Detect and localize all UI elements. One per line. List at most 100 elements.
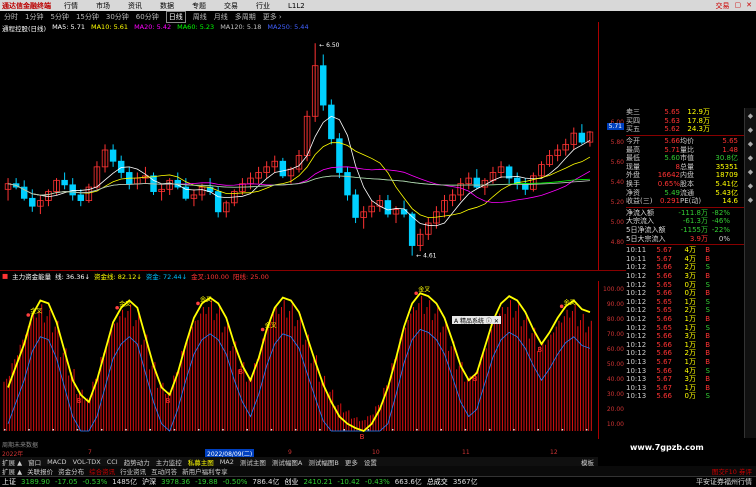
index-percent: -0.50%	[222, 478, 248, 486]
side-icon[interactable]: ◆	[745, 196, 756, 204]
period-tab-60min[interactable]: 60分钟	[136, 12, 159, 22]
tab-related-quote[interactable]: 关联报价	[27, 466, 53, 476]
menu-item-market[interactable]: 行情	[55, 1, 87, 11]
golden-cross-label: 金叉	[119, 300, 131, 308]
index-ticker-bar: 上证 3189.90 -17.05 -0.53% 1485亿 沪深 3978.3…	[0, 476, 756, 487]
tick-cell: 10:12	[626, 289, 647, 298]
cursor-price-label: 5.71	[606, 123, 624, 130]
tab-expand[interactable]: 扩展 ▲	[2, 457, 22, 467]
period-dot	[222, 429, 224, 431]
side-icon[interactable]: ◆	[745, 154, 756, 162]
tick-cell: 5.67	[656, 375, 672, 384]
period-tab-30min[interactable]: 30分钟	[106, 12, 129, 22]
quote-field-value: 14.6	[722, 197, 738, 206]
index-change: -19.88	[195, 478, 218, 486]
template-button[interactable]: 模板	[581, 457, 598, 467]
maximize-icon[interactable]: ▢	[735, 1, 742, 11]
quote-field-value: 5.49	[664, 188, 680, 197]
indicator-legend: ■ 主力资金能量 线: 36.36↓ 资金线: 82.12↓ 资金: 72.44…	[2, 271, 269, 281]
date-label: 11	[462, 449, 470, 456]
index-name[interactable]: 总成交	[427, 477, 448, 487]
quote-field-value: 16642	[657, 171, 680, 180]
indicator-name[interactable]: 主力资金能量	[12, 271, 51, 281]
tab-ma2[interactable]: MA2	[220, 458, 234, 466]
menu-item-topics[interactable]: 专题	[183, 1, 215, 11]
close-icon[interactable]: ✕	[746, 1, 752, 11]
ma-legend-item: MA120: 5.18	[220, 23, 262, 31]
flow-value: -22%	[711, 226, 730, 235]
period-tab-15min[interactable]: 15分钟	[76, 12, 99, 22]
menu-item-exchange[interactable]: 市场	[87, 1, 119, 11]
tab-macd[interactable]: MACD	[47, 458, 66, 466]
period-tab-multi[interactable]: 多周期	[235, 12, 256, 22]
side-icon[interactable]: ◆	[745, 182, 756, 190]
tab-expand-2[interactable]: 扩展 ▲	[2, 466, 22, 476]
side-icon[interactable]: ◆	[745, 126, 756, 134]
menu-item-industry[interactable]: 行业	[247, 1, 279, 11]
tab-more[interactable]: 更多	[345, 457, 358, 467]
menu-item-trade[interactable]: 交易	[215, 1, 247, 11]
tab-fund-distribution[interactable]: 资金分布	[58, 466, 84, 476]
flow-value: 3.9万	[689, 234, 708, 243]
tab-window[interactable]: 窗口	[28, 457, 41, 467]
energy-indicator-chart[interactable]: 金叉金叉金叉金叉金叉金叉B BBBBB	[0, 281, 598, 439]
period-dot	[488, 429, 491, 431]
golden-cross-label: 金叉	[265, 322, 277, 330]
tab-private[interactable]: 私募主图	[188, 457, 214, 467]
period-tab-daily[interactable]: 日线	[165, 10, 186, 23]
tab-main-monitor[interactable]: 主力监控	[156, 457, 182, 467]
index-name[interactable]: 上证	[2, 477, 16, 487]
side-scrollbar[interactable]: ◆ ◆ ◆ ◆ ◆ ◆ ◆	[744, 108, 756, 438]
period-dot	[440, 429, 442, 431]
ma-line	[7, 175, 590, 196]
tab-trend[interactable]: 趋势动力	[124, 457, 150, 467]
tab-cci[interactable]: CCI	[107, 458, 118, 466]
menu-item-news[interactable]: 资讯	[119, 1, 151, 11]
ask-price: 5.62	[664, 125, 680, 134]
period-dot	[149, 429, 151, 431]
tick-cell: 5.65	[656, 297, 672, 306]
tick-cell: 5.67	[656, 246, 672, 255]
f10-button[interactable]: 图交F10 券评	[712, 466, 756, 476]
index-name[interactable]: 创业	[284, 477, 298, 487]
tab-vol[interactable]: VOL-TDX	[73, 458, 101, 466]
menu-item-data[interactable]: 数据	[151, 1, 183, 11]
indicator-tick: 90.00	[606, 301, 624, 308]
indicator-popup[interactable]: A 精品系统 ⓘ ✕	[452, 316, 501, 325]
candlestick-chart[interactable]: ← 6.50 ← 4.61	[0, 32, 598, 268]
buy-signal-label: B	[537, 346, 542, 354]
period-tab-more[interactable]: 更多 ›	[263, 12, 282, 22]
tab-industry-news[interactable]: 行业资讯	[120, 466, 146, 476]
tab-test-b[interactable]: 测试幅图B	[308, 457, 338, 467]
tab-qa[interactable]: 互动问答	[151, 466, 177, 476]
candle-body	[77, 194, 85, 201]
tab-general-news[interactable]: 综合资讯	[89, 466, 115, 476]
trade-button[interactable]: 交易	[716, 1, 730, 11]
period-tab-timeshare[interactable]: 分时	[4, 12, 18, 22]
ask-price: 5.65	[664, 108, 680, 117]
period-dot	[4, 429, 6, 431]
ma-legend-item: MA10: 5.61	[91, 23, 129, 31]
quote-field-value: 0.291	[659, 197, 680, 206]
tab-test-a[interactable]: 测试幅图A	[272, 457, 302, 467]
period-dot	[585, 429, 588, 431]
tab-test-main[interactable]: 测试主图	[240, 457, 266, 467]
tab-new-user[interactable]: 新用户福利专享	[182, 466, 228, 476]
side-icon[interactable]: ◆	[745, 140, 756, 148]
low-price-label: ← 4.61	[416, 253, 436, 260]
side-icon[interactable]: ◆	[745, 168, 756, 176]
index-value: 2410.21	[303, 478, 333, 486]
period-tab-1min[interactable]: 1分钟	[25, 12, 43, 22]
tick-row: 10:13 5.66 0万 S	[626, 392, 744, 401]
period-tab-weekly[interactable]: 周线	[193, 12, 207, 22]
tick-cell: 10:12	[626, 349, 647, 358]
menu-item-l1l2[interactable]: L1L2	[279, 2, 314, 10]
ma-legend-item: MA20: 5.42	[134, 23, 172, 31]
flow-value: 0%	[718, 234, 730, 243]
indicator-tick: 20.00	[606, 406, 624, 413]
tab-settings[interactable]: 设置	[364, 457, 377, 467]
period-tab-5min[interactable]: 5分钟	[50, 12, 68, 22]
index-name[interactable]: 沪深	[142, 477, 156, 487]
period-tab-monthly[interactable]: 月线	[214, 12, 228, 22]
side-icon[interactable]: ◆	[745, 112, 756, 120]
